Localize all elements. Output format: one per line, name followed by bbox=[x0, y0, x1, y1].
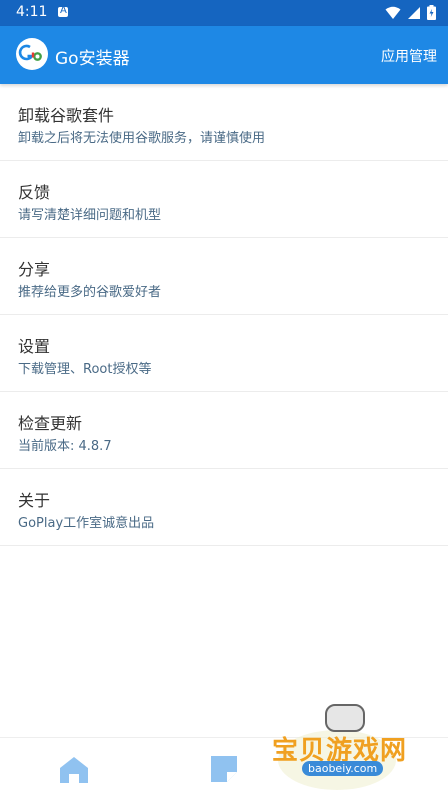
item-subtitle: 下载管理、Root授权等 bbox=[18, 362, 152, 377]
status-icons bbox=[385, 5, 436, 20]
list-item-about[interactable]: 关于 GoPlay工作室诚意出品 bbox=[0, 469, 448, 546]
app-management-button[interactable]: 应用管理 bbox=[381, 46, 437, 66]
item-subtitle: 当前版本: 4.8.7 bbox=[18, 439, 112, 454]
signal-icon bbox=[408, 6, 420, 19]
item-title: 关于 bbox=[18, 491, 51, 510]
item-title: 设置 bbox=[18, 337, 51, 356]
gamepad-icon bbox=[325, 704, 365, 732]
wifi-icon bbox=[385, 6, 401, 19]
app-title: Go安装器 bbox=[55, 49, 130, 69]
item-subtitle: 请写清楚详细问题和机型 bbox=[18, 208, 162, 223]
app-logo-icon bbox=[16, 38, 48, 70]
item-subtitle: GoPlay工作室诚意出品 bbox=[18, 516, 155, 531]
list-item-settings[interactable]: 设置 下载管理、Root授权等 bbox=[0, 315, 448, 392]
notification-icon: A bbox=[58, 5, 68, 17]
list-item-feedback[interactable]: 反馈 请写清楚详细问题和机型 bbox=[0, 161, 448, 238]
page-icon[interactable] bbox=[210, 755, 238, 783]
item-subtitle: 卸载之后将无法使用谷歌服务，请谨慎使用 bbox=[18, 131, 266, 146]
status-bar: 4:11 A bbox=[0, 0, 448, 26]
list-item-uninstall-google[interactable]: 卸载谷歌套件 卸载之后将无法使用谷歌服务，请谨慎使用 bbox=[0, 84, 448, 161]
item-title: 反馈 bbox=[18, 183, 51, 202]
list-item-share[interactable]: 分享 推荐给更多的谷歌爱好者 bbox=[0, 238, 448, 315]
home-icon[interactable] bbox=[59, 756, 89, 784]
item-title: 卸载谷歌套件 bbox=[18, 106, 115, 125]
list-item-check-update[interactable]: 检查更新 当前版本: 4.8.7 bbox=[0, 392, 448, 469]
item-title: 检查更新 bbox=[18, 414, 83, 433]
app-bar: Go安装器 应用管理 bbox=[0, 26, 448, 84]
battery-icon bbox=[427, 5, 436, 20]
settings-list: 卸载谷歌套件 卸载之后将无法使用谷歌服务，请谨慎使用 反馈 请写清楚详细问题和机… bbox=[0, 84, 448, 546]
watermark: 宝贝游戏网 baobeiy.com bbox=[270, 700, 440, 798]
item-subtitle: 推荐给更多的谷歌爱好者 bbox=[18, 285, 162, 300]
item-title: 分享 bbox=[18, 260, 51, 279]
watermark-url: baobeiy.com bbox=[302, 761, 384, 776]
status-time: 4:11 bbox=[16, 4, 48, 20]
